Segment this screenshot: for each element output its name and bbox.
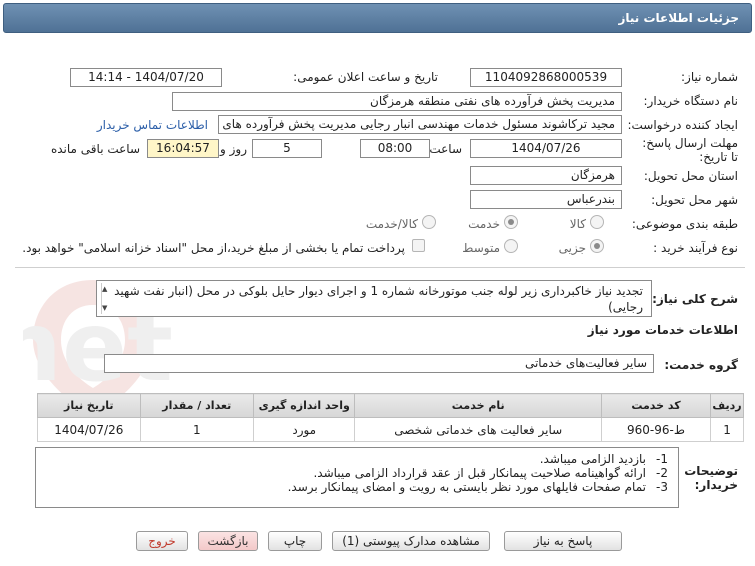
deadline-date-field: 1404/07/26 — [470, 139, 622, 158]
exit-button[interactable]: خروج — [136, 531, 188, 551]
cell-name: سایر فعالیت های خدماتی شخصی — [354, 417, 602, 442]
announce-datetime-field: 1404/07/20 - 14:14 — [70, 68, 222, 87]
desc-scrollbar[interactable] — [101, 281, 111, 316]
time-left-field: 16:04:57 — [147, 139, 219, 158]
deadline-time-field: 08:00 — [360, 139, 430, 158]
table-header-row: ردیف کد خدمت نام خدمت واحد اندازه گیری ت… — [37, 393, 744, 418]
days-left-field: 5 — [252, 139, 322, 158]
category-radio-khedmat[interactable] — [504, 215, 518, 229]
back-button[interactable]: بازگشت — [198, 531, 258, 551]
col-row-header: ردیف — [710, 393, 744, 418]
services-info-heading: اطلاعات خدمات مورد نیاز — [587, 323, 738, 337]
note-item: 1- بازدید الزامی میباشد. — [46, 452, 668, 466]
treasury-payment-note: پرداخت تمام یا بخشی از مبلغ خرید،از محل … — [22, 241, 405, 255]
cell-date: 1404/07/26 — [37, 417, 141, 442]
time-label: ساعت — [429, 142, 462, 156]
category-option-khedmat: خدمت — [468, 217, 500, 231]
need-number-label: شماره نیاز: — [681, 70, 738, 84]
col-unit-header: واحد اندازه گیری — [253, 393, 356, 418]
note-number: 2- — [656, 466, 668, 480]
category-radio-kala-khedmat[interactable] — [422, 215, 436, 229]
purchase-radio-joz[interactable] — [590, 239, 604, 253]
buyer-notes-label: توضیحات خریدار: — [684, 464, 738, 492]
treasury-payment-checkbox[interactable] — [412, 239, 425, 252]
note-number: 1- — [656, 452, 668, 466]
buyer-contact-link[interactable]: اطلاعات تماس خریدار — [97, 118, 208, 132]
details-panel: AriaTender.net شماره نیاز: 1104092868000… — [3, 40, 752, 562]
general-desc-text: تجدید نیاز خاکبرداری زیر لوله جنب موتورخ… — [114, 284, 643, 314]
day-and-label: روز و — [220, 142, 247, 156]
note-text: بازدید الزامی میباشد. — [539, 452, 646, 466]
note-number: 3- — [656, 480, 668, 494]
purchase-type-label: نوع فرآیند خرید : — [653, 241, 738, 255]
note-item: 2- ارائه گواهینامه صلاحیت پیمانکار قبل از… — [46, 466, 668, 480]
city-label: شهر محل تحویل: — [651, 193, 738, 207]
purchase-radio-motavaset[interactable] — [504, 239, 518, 253]
note-text: تمام صفحات فایلهای مورد نظر بایستی به رو… — [287, 480, 646, 494]
category-option-kala-khedmat: کالا/خدمت — [365, 217, 418, 231]
cell-row: 1 — [710, 417, 744, 442]
requester-field: مجید ترکاشوند مسئول خدمات مهندسی انبار ر… — [218, 115, 622, 134]
cell-qty: 1 — [139, 417, 255, 442]
table-row: 1 ط-96-960 سایر فعالیت های خدماتی شخصی م… — [37, 417, 744, 442]
purchase-option-motavaset: متوسط — [462, 241, 500, 255]
attachments-button[interactable]: مشاهده مدارک پیوستی (1) — [332, 531, 490, 551]
buyer-notes-box: 1- بازدید الزامی میباشد. 2- ارائه گواهینام… — [35, 447, 679, 508]
reply-button[interactable]: پاسخ به نیاز — [504, 531, 622, 551]
cell-code: ط-96-960 — [600, 417, 712, 442]
hours-left-label: ساعت باقی مانده — [50, 142, 140, 156]
requester-label: ایجاد کننده درخواست: — [627, 118, 738, 132]
announce-datetime-label: تاریخ و ساعت اعلان عمومی: — [293, 70, 438, 84]
col-name-header: نام خدمت — [354, 393, 602, 418]
note-item: 3- تمام صفحات فایلهای مورد نظر بایستی به … — [46, 480, 668, 494]
province-label: استان محل تحویل: — [643, 169, 738, 183]
service-group-field: سایر فعالیت‌های خدماتی — [104, 354, 654, 373]
page-title-bar: جزئیات اطلاعات نیاز — [3, 3, 752, 33]
section-divider — [15, 267, 745, 268]
note-text: ارائه گواهینامه صلاحیت پیمانکار قبل از ع… — [313, 466, 646, 480]
cell-unit: مورد — [253, 417, 356, 442]
print-button[interactable]: چاپ — [268, 531, 322, 551]
category-radio-kala[interactable] — [590, 215, 604, 229]
general-desc-field: تجدید نیاز خاکبرداری زیر لوله جنب موتورخ… — [96, 280, 652, 317]
buyer-org-field: مدیریت پخش فرآورده های نفتی منطقه هرمزگا… — [172, 92, 622, 111]
need-number-field: 1104092868000539 — [470, 68, 622, 87]
deadline-label: مهلت ارسال پاسخ: تا تاریخ: — [642, 136, 738, 164]
purchase-option-joz: جزیی — [558, 241, 586, 255]
general-desc-label: شرح کلی نیاز: — [652, 292, 738, 306]
col-qty-header: تعداد / مقدار — [139, 393, 255, 418]
service-group-label: گروه خدمت: — [664, 358, 738, 372]
buyer-org-label: نام دستگاه خریدار: — [643, 94, 739, 108]
services-table: ردیف کد خدمت نام خدمت واحد اندازه گیری ت… — [37, 393, 744, 442]
city-field: بندرعباس — [470, 190, 622, 209]
col-code-header: کد خدمت — [600, 393, 712, 418]
category-option-kala: کالا — [569, 217, 586, 231]
col-date-header: تاریخ نیاز — [37, 393, 141, 418]
page-title: جزئیات اطلاعات نیاز — [618, 11, 739, 25]
category-label: طبقه بندی موضوعی: — [631, 217, 738, 231]
province-field: هرمزگان — [470, 166, 622, 185]
